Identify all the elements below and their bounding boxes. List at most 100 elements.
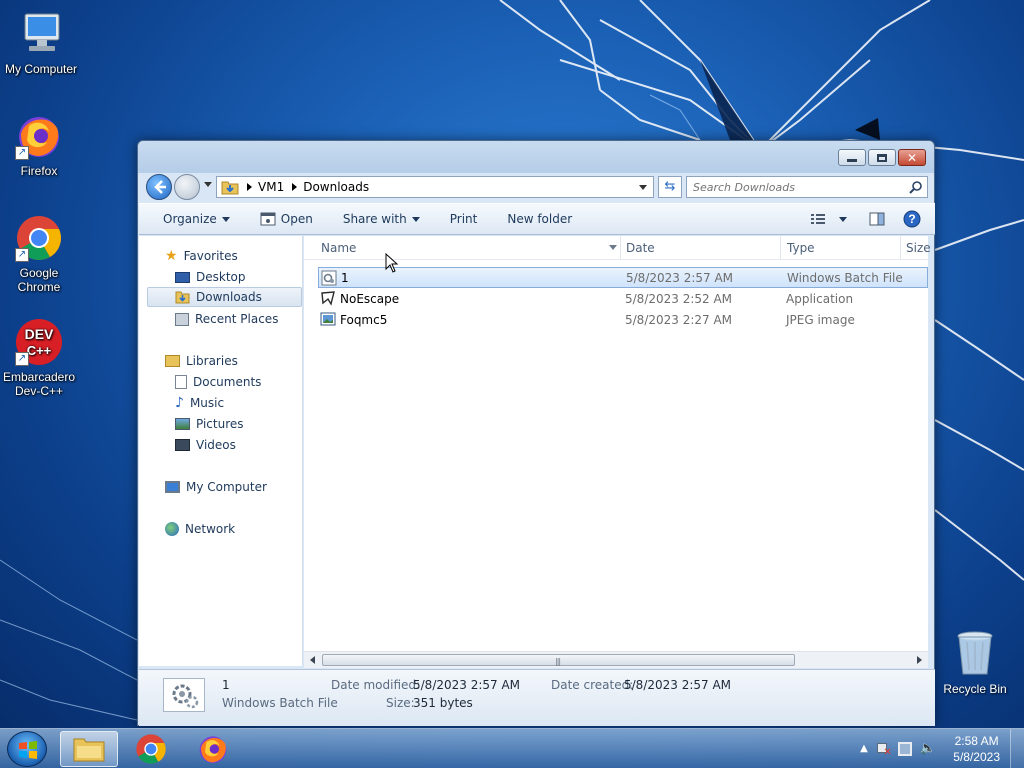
change-view-button[interactable] [810,207,847,231]
nav-documents[interactable]: Documents [175,372,261,392]
nav-pictures[interactable]: Pictures [175,414,244,434]
refresh-icon: ⇆ [664,179,676,194]
breadcrumb-separator[interactable] [247,183,252,191]
maximize-button[interactable] [868,149,896,166]
nav-label: Desktop [196,270,246,284]
desktop-icon-firefox[interactable]: ↗ Firefox [0,112,80,178]
scroll-right-icon[interactable] [917,656,922,664]
file-date: 5/8/2023 2:57 AM [626,270,734,285]
column-size[interactable]: Size [906,241,931,255]
recent-places-icon [175,312,189,326]
nav-label: Recent Places [195,312,279,326]
open-button[interactable]: Open [260,207,313,231]
recent-pages-dropdown[interactable] [204,182,212,187]
file-row-1[interactable]: 1 5/8/2023 2:57 AM Windows Batch File [318,267,928,288]
share-with-button[interactable]: Share with [343,207,420,231]
recycle-bin-label: Recycle Bin [943,682,1007,696]
desktop-icon-label: Firefox [20,164,58,178]
clock-time: 2:58 AM [954,734,999,748]
column-divider[interactable] [620,236,621,260]
taskbar-clock[interactable]: 2:58 AM 5/8/2023 [953,733,1000,765]
new-folder-button[interactable]: New folder [507,207,572,231]
address-dropdown[interactable] [639,185,647,190]
taskbar-chrome-button[interactable] [122,731,180,767]
chevron-down-icon [839,216,847,222]
file-type: JPEG image [786,312,855,327]
folder-icon [73,738,105,762]
minimize-button[interactable] [838,149,866,166]
breadcrumb-vm1[interactable]: VM1 [258,180,284,194]
nav-favorites[interactable]: ★ Favorites [165,246,238,266]
pictures-icon [175,418,190,430]
column-date[interactable]: Date [626,241,655,255]
refresh-button[interactable]: ⇆ [658,176,682,198]
details-size-label: Size: [386,696,415,710]
desktop-icon-recycle-bin[interactable]: Recycle Bin [938,630,1012,696]
share-with-label: Share with [342,212,407,226]
shortcut-arrow-icon: ↗ [15,248,29,262]
svg-text:DEV: DEV [25,326,54,342]
back-arrow-icon [154,180,166,194]
nav-network[interactable]: Network [165,519,235,539]
file-list: Name Date Type Size 1 5/8/2023 2:57 AM W… [304,236,931,666]
breadcrumb-downloads[interactable]: Downloads [303,180,369,194]
network-tray-icon[interactable] [897,741,912,756]
show-desktop-button[interactable] [1010,729,1024,768]
navigation-pane: ★ Favorites Desktop Downloads Recent Pla… [139,236,303,666]
nav-videos[interactable]: Videos [175,435,236,455]
nav-recent-places[interactable]: Recent Places [175,309,278,329]
desktop-icon-my-computer[interactable]: My Computer [0,10,82,76]
address-bar[interactable]: VM1 Downloads [216,176,654,198]
new-folder-label: New folder [507,212,573,226]
scroll-left-icon[interactable] [310,656,315,664]
organize-button[interactable]: Organize [163,207,230,231]
close-button[interactable]: ✕ [898,149,926,166]
volume-icon[interactable]: 🔈 [920,741,936,756]
explorer-window: ✕ VM1 Downloads ⇆ Search Downloads Organ… [137,140,935,726]
show-hidden-icons-icon[interactable]: ▲ [860,743,868,754]
column-divider[interactable] [900,236,901,260]
action-center-flag-icon[interactable]: ✕ [876,742,892,757]
details-date-modified-label: Date modified: [331,678,421,692]
column-divider[interactable] [780,236,781,260]
breadcrumb-separator[interactable] [292,183,298,191]
file-row-noescape[interactable]: NoEscape 5/8/2023 2:52 AM Application [318,288,928,309]
svg-text:C++: C++ [27,343,52,358]
horizontal-scrollbar[interactable]: ||| [304,651,928,668]
nav-label: Downloads [196,290,262,304]
sort-chevron-icon[interactable] [609,245,617,250]
grip-icon: ||| [555,657,561,666]
nav-libraries[interactable]: Libraries [165,351,238,371]
restore-icon [877,153,887,162]
desktop-icon [175,271,190,283]
start-button[interactable] [7,731,47,767]
forward-button[interactable] [174,174,200,200]
search-input[interactable] [687,177,897,197]
desktop-icon-google-chrome[interactable]: ↗ Google Chrome [0,214,80,294]
scrollbar-thumb[interactable]: ||| [322,654,795,666]
nav-label: Videos [196,438,236,452]
shortcut-arrow-icon: ↗ [15,146,29,160]
title-bar[interactable]: ✕ [138,141,934,173]
preview-pane-button[interactable] [869,207,885,231]
desktop-icon-dev-cpp[interactable]: DEV C++ ↗ Embarcadero Dev-C++ [0,318,80,398]
file-row-foqmc5[interactable]: Foqmc5 5/8/2023 2:27 AM JPEG image [318,309,928,330]
column-name[interactable]: Name [321,241,356,255]
nav-my-computer[interactable]: My Computer [165,477,267,497]
back-button[interactable] [146,174,172,200]
column-type[interactable]: Type [787,241,815,255]
search-box[interactable] [686,176,928,198]
taskbar-explorer-button[interactable] [60,731,118,767]
details-date-created-label: Date created: [551,678,634,692]
print-button[interactable]: Print [450,207,478,231]
nav-music[interactable]: ♪ Music [175,393,224,413]
help-button[interactable]: ? [903,207,921,231]
help-icon: ? [903,210,921,228]
star-icon: ★ [165,248,178,264]
nav-downloads[interactable]: Downloads [147,287,302,307]
nav-desktop[interactable]: Desktop [175,267,246,287]
print-label: Print [449,212,478,226]
caption-buttons: ✕ [838,149,926,166]
taskbar-firefox-button[interactable] [184,731,242,767]
file-date: 5/8/2023 2:52 AM [625,291,733,306]
